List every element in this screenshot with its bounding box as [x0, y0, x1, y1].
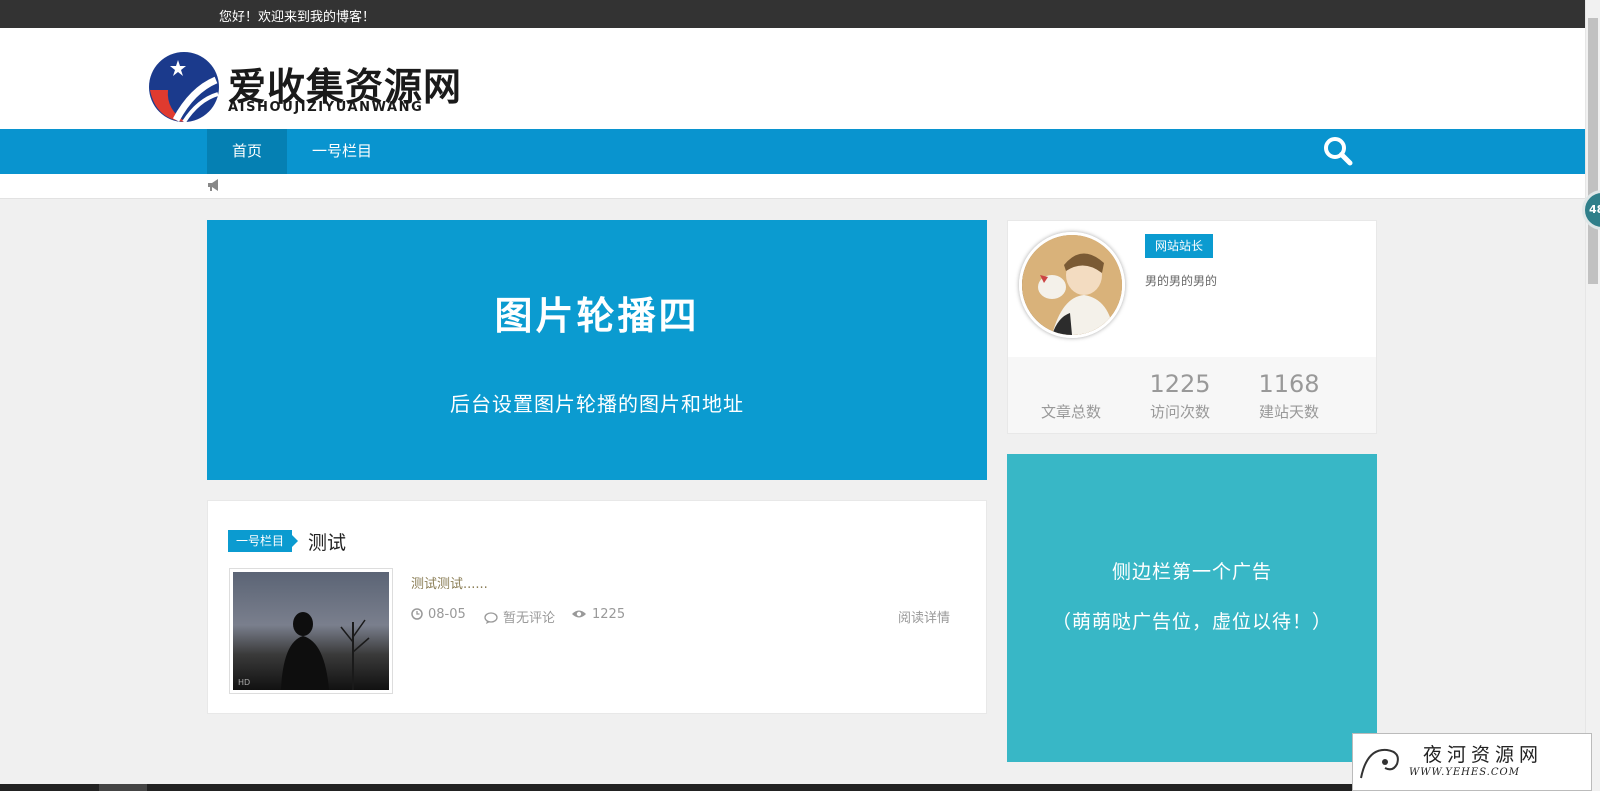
ad-line-two: （萌萌哒广告位，虚位以待！） — [1051, 611, 1332, 633]
watermark-title: 夜河资源网 — [1423, 744, 1544, 766]
post-title[interactable]: 测试 — [308, 528, 346, 555]
sidebar-ad[interactable]: 侧边栏第一个广告 （萌萌哒广告位，虚位以待！） — [1007, 454, 1377, 762]
nav-item-home[interactable]: 首页 — [207, 129, 287, 174]
author-avatar[interactable] — [1019, 232, 1125, 338]
welcome-text: 您好！欢迎来到我的博客！ — [219, 10, 376, 25]
top-bar: 您好！欢迎来到我的博客！ — [0, 0, 1585, 28]
stat-article-count: 文章总数 — [1011, 357, 1131, 422]
thumbnail-image: HD — [233, 572, 389, 690]
main-nav: 首页 一号栏目 — [0, 129, 1585, 174]
post-excerpt: 测试测试...... — [411, 577, 488, 592]
site-header: 爱收集资源网 AISHOUJIZIYUANWANG — [0, 28, 1585, 129]
comment-icon — [484, 612, 498, 624]
avatar-character-icon — [1022, 235, 1122, 335]
stat-value: 1168 — [1258, 370, 1320, 398]
post-date-text: 08-05 — [428, 607, 466, 622]
search-icon[interactable] — [1323, 136, 1353, 166]
carousel-subtitle: 后台设置图片轮播的图片和地址 — [450, 392, 744, 416]
author-card: 网站站长 男的男的男的 文章总数 1225 访问次数 1168 建站天数 — [1007, 220, 1377, 434]
post-thumbnail[interactable]: HD — [229, 568, 393, 694]
bottom-taskbar — [0, 784, 1585, 791]
thumbnail-caption: HD — [238, 678, 251, 687]
stat-label: 建站天数 — [1258, 403, 1319, 421]
image-carousel[interactable]: 图片轮播四 后台设置图片轮播的图片和地址 — [207, 220, 987, 480]
ad-line-one: 侧边栏第一个广告 — [1111, 561, 1272, 583]
logo-subtext: AISHOUJIZIYUANWANG — [228, 100, 424, 115]
stat-visit-count: 1225 访问次数 — [1120, 357, 1240, 422]
author-description: 男的男的男的 — [1145, 274, 1218, 288]
stat-value — [1011, 369, 1131, 399]
stat-label: 访问次数 — [1149, 403, 1210, 421]
nav-item-column-one[interactable]: 一号栏目 — [296, 129, 388, 174]
watermark: 夜河资源网 WWW.YEHES.COM — [1352, 733, 1592, 791]
post-comments-text: 暂无评论 — [503, 611, 556, 626]
carousel-title: 图片轮播四 — [494, 294, 700, 338]
ornament-icon — [1360, 748, 1399, 779]
logo-emblem-icon — [149, 52, 219, 124]
post-date: 08-05 — [411, 607, 466, 622]
site-logo[interactable]: 爱收集资源网 AISHOUJIZIYUANWANG — [146, 50, 476, 124]
silhouette-icon — [281, 612, 370, 690]
notice-bar — [0, 174, 1585, 199]
stat-site-days: 1168 建站天数 — [1229, 357, 1349, 422]
eye-icon — [572, 610, 586, 618]
megaphone-icon — [208, 179, 218, 191]
clock-icon — [411, 608, 423, 620]
watermark-url: WWW.YEHES.COM — [1409, 767, 1520, 778]
post-category-tag[interactable]: 一号栏目 — [228, 530, 299, 552]
author-stats: 文章总数 1225 访问次数 1168 建站天数 — [1008, 357, 1376, 433]
page-scrollbar[interactable] — [1585, 0, 1600, 791]
scrollbar-thumb[interactable] — [1588, 18, 1598, 284]
post-card: 一号栏目 测试 HD 测试测试...... 08-05 暂无评论 1225 阅读… — [207, 500, 987, 714]
post-comments[interactable]: 暂无评论 — [484, 607, 555, 626]
stat-label: 文章总数 — [1040, 403, 1101, 421]
post-views-text: 1225 — [592, 607, 626, 622]
taskbar-segment — [99, 784, 147, 791]
post-views: 1225 — [571, 607, 625, 622]
stat-value: 1225 — [1149, 370, 1211, 398]
read-more-link[interactable]: 阅读详情 — [898, 607, 950, 626]
author-role-badge: 网站站长 — [1145, 234, 1214, 258]
